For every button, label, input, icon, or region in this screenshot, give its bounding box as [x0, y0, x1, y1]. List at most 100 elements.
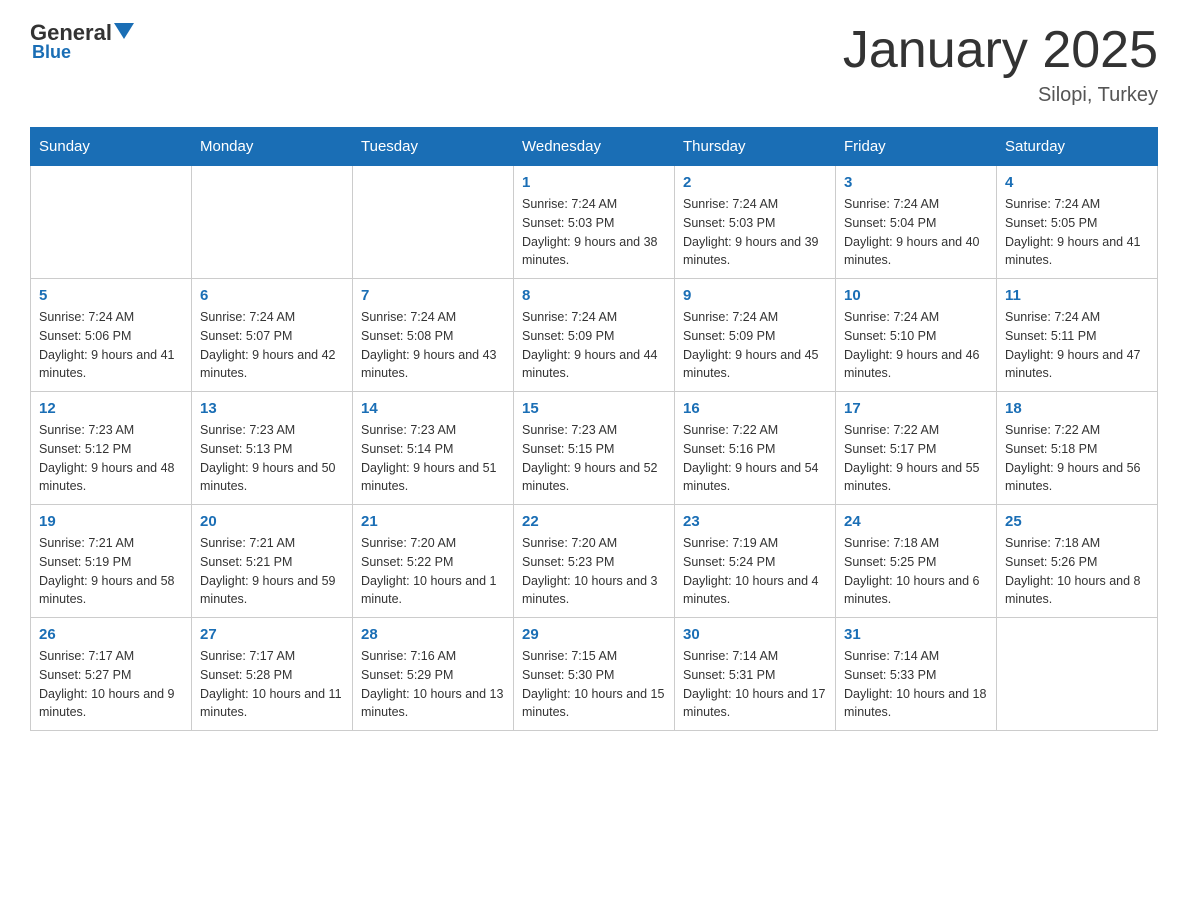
calendar-week-1: 1 Sunrise: 7:24 AM Sunset: 5:03 PM Daylig…: [31, 166, 1158, 279]
day-info: Sunrise: 7:24 AM Sunset: 5:07 PM Dayligh…: [200, 308, 344, 383]
day-number: 15: [522, 400, 666, 417]
day-number: 5: [39, 287, 183, 304]
day-info: Sunrise: 7:23 AM Sunset: 5:12 PM Dayligh…: [39, 421, 183, 496]
day-number: 17: [844, 400, 988, 417]
day-number: 14: [361, 400, 505, 417]
day-number: 2: [683, 174, 827, 191]
calendar-cell: 13 Sunrise: 7:23 AM Sunset: 5:13 PM Dayli…: [192, 392, 353, 505]
calendar-cell: 8 Sunrise: 7:24 AM Sunset: 5:09 PM Daylig…: [514, 279, 675, 392]
weekday-header-row: SundayMondayTuesdayWednesdayThursdayFrid…: [31, 128, 1158, 166]
calendar-cell: 6 Sunrise: 7:24 AM Sunset: 5:07 PM Daylig…: [192, 279, 353, 392]
calendar-week-4: 19 Sunrise: 7:21 AM Sunset: 5:19 PM Dayli…: [31, 505, 1158, 618]
day-number: 3: [844, 174, 988, 191]
day-number: 4: [1005, 174, 1149, 191]
calendar-cell: 21Sunrise: 7:20 AM Sunset: 5:22 PM Dayli…: [353, 505, 514, 618]
calendar-cell: 31 Sunrise: 7:14 AM Sunset: 5:33 PM Dayli…: [836, 618, 997, 731]
day-number: 30: [683, 626, 827, 643]
title-block: January 2025 Silopi, Turkey: [843, 20, 1158, 107]
day-info: Sunrise: 7:22 AM Sunset: 5:17 PM Dayligh…: [844, 421, 988, 496]
day-number: 12: [39, 400, 183, 417]
day-number: 16: [683, 400, 827, 417]
day-info: Sunrise: 7:21 AM Sunset: 5:19 PM Dayligh…: [39, 534, 183, 609]
calendar-cell: 5 Sunrise: 7:24 AM Sunset: 5:06 PM Daylig…: [31, 279, 192, 392]
calendar-cell: 24Sunrise: 7:18 AM Sunset: 5:25 PM Dayli…: [836, 505, 997, 618]
day-number: 1: [522, 174, 666, 191]
day-number: 31: [844, 626, 988, 643]
calendar-cell: [31, 166, 192, 279]
day-info: Sunrise: 7:20 AM Sunset: 5:22 PM Dayligh…: [361, 534, 505, 609]
weekday-header-thursday: Thursday: [675, 128, 836, 166]
day-number: 18: [1005, 400, 1149, 417]
calendar-cell: 14 Sunrise: 7:23 AM Sunset: 5:14 PM Dayli…: [353, 392, 514, 505]
day-info: Sunrise: 7:17 AM Sunset: 5:27 PM Dayligh…: [39, 647, 183, 722]
day-info: Sunrise: 7:14 AM Sunset: 5:33 PM Dayligh…: [844, 647, 988, 722]
day-info: Sunrise: 7:18 AM Sunset: 5:25 PM Dayligh…: [844, 534, 988, 609]
calendar-cell: 30Sunrise: 7:14 AM Sunset: 5:31 PM Dayli…: [675, 618, 836, 731]
day-info: Sunrise: 7:22 AM Sunset: 5:18 PM Dayligh…: [1005, 421, 1149, 496]
calendar-cell: 28 Sunrise: 7:16 AM Sunset: 5:29 PM Dayli…: [353, 618, 514, 731]
day-number: 27: [200, 626, 344, 643]
day-info: Sunrise: 7:23 AM Sunset: 5:15 PM Dayligh…: [522, 421, 666, 496]
day-info: Sunrise: 7:24 AM Sunset: 5:08 PM Dayligh…: [361, 308, 505, 383]
day-info: Sunrise: 7:22 AM Sunset: 5:16 PM Dayligh…: [683, 421, 827, 496]
day-number: 20: [200, 513, 344, 530]
day-info: Sunrise: 7:24 AM Sunset: 5:06 PM Dayligh…: [39, 308, 183, 383]
day-info: Sunrise: 7:19 AM Sunset: 5:24 PM Dayligh…: [683, 534, 827, 609]
calendar-cell: 26Sunrise: 7:17 AM Sunset: 5:27 PM Dayli…: [31, 618, 192, 731]
day-info: Sunrise: 7:24 AM Sunset: 5:03 PM Dayligh…: [522, 195, 666, 270]
day-number: 28: [361, 626, 505, 643]
day-info: Sunrise: 7:15 AM Sunset: 5:30 PM Dayligh…: [522, 647, 666, 722]
day-info: Sunrise: 7:20 AM Sunset: 5:23 PM Dayligh…: [522, 534, 666, 609]
day-number: 29: [522, 626, 666, 643]
calendar-cell: 10 Sunrise: 7:24 AM Sunset: 5:10 PM Dayli…: [836, 279, 997, 392]
day-number: 8: [522, 287, 666, 304]
calendar-cell: [997, 618, 1158, 731]
calendar-week-3: 12 Sunrise: 7:23 AM Sunset: 5:12 PM Dayli…: [31, 392, 1158, 505]
day-info: Sunrise: 7:23 AM Sunset: 5:14 PM Dayligh…: [361, 421, 505, 496]
weekday-header-friday: Friday: [836, 128, 997, 166]
calendar-cell: 11 Sunrise: 7:24 AM Sunset: 5:11 PM Dayli…: [997, 279, 1158, 392]
page-header: General Blue January 2025 Silopi, Turkey: [30, 20, 1158, 107]
day-info: Sunrise: 7:24 AM Sunset: 5:09 PM Dayligh…: [522, 308, 666, 383]
day-number: 13: [200, 400, 344, 417]
logo: General Blue: [30, 20, 134, 63]
day-info: Sunrise: 7:23 AM Sunset: 5:13 PM Dayligh…: [200, 421, 344, 496]
calendar-cell: 12 Sunrise: 7:23 AM Sunset: 5:12 PM Dayli…: [31, 392, 192, 505]
calendar-cell: 3 Sunrise: 7:24 AM Sunset: 5:04 PM Daylig…: [836, 166, 997, 279]
calendar-week-5: 26Sunrise: 7:17 AM Sunset: 5:27 PM Dayli…: [31, 618, 1158, 731]
day-info: Sunrise: 7:24 AM Sunset: 5:10 PM Dayligh…: [844, 308, 988, 383]
day-info: Sunrise: 7:16 AM Sunset: 5:29 PM Dayligh…: [361, 647, 505, 722]
calendar-cell: 17 Sunrise: 7:22 AM Sunset: 5:17 PM Dayli…: [836, 392, 997, 505]
calendar-cell: 19 Sunrise: 7:21 AM Sunset: 5:19 PM Dayli…: [31, 505, 192, 618]
calendar-cell: 27Sunrise: 7:17 AM Sunset: 5:28 PM Dayli…: [192, 618, 353, 731]
calendar-cell: 29 Sunrise: 7:15 AM Sunset: 5:30 PM Dayli…: [514, 618, 675, 731]
calendar-cell: 25 Sunrise: 7:18 AM Sunset: 5:26 PM Dayli…: [997, 505, 1158, 618]
weekday-header-monday: Monday: [192, 128, 353, 166]
day-number: 11: [1005, 287, 1149, 304]
calendar-title: January 2025: [843, 20, 1158, 80]
calendar-cell: 20 Sunrise: 7:21 AM Sunset: 5:21 PM Dayli…: [192, 505, 353, 618]
day-number: 19: [39, 513, 183, 530]
weekday-header-saturday: Saturday: [997, 128, 1158, 166]
day-number: 6: [200, 287, 344, 304]
calendar-cell: 4 Sunrise: 7:24 AM Sunset: 5:05 PM Daylig…: [997, 166, 1158, 279]
day-info: Sunrise: 7:24 AM Sunset: 5:11 PM Dayligh…: [1005, 308, 1149, 383]
calendar-cell: 2 Sunrise: 7:24 AM Sunset: 5:03 PM Daylig…: [675, 166, 836, 279]
logo-blue-text: Blue: [32, 42, 71, 63]
day-info: Sunrise: 7:24 AM Sunset: 5:05 PM Dayligh…: [1005, 195, 1149, 270]
calendar-cell: 22Sunrise: 7:20 AM Sunset: 5:23 PM Dayli…: [514, 505, 675, 618]
day-info: Sunrise: 7:21 AM Sunset: 5:21 PM Dayligh…: [200, 534, 344, 609]
day-info: Sunrise: 7:24 AM Sunset: 5:09 PM Dayligh…: [683, 308, 827, 383]
calendar-week-2: 5 Sunrise: 7:24 AM Sunset: 5:06 PM Daylig…: [31, 279, 1158, 392]
day-number: 7: [361, 287, 505, 304]
day-info: Sunrise: 7:18 AM Sunset: 5:26 PM Dayligh…: [1005, 534, 1149, 609]
day-number: 10: [844, 287, 988, 304]
calendar-cell: 7 Sunrise: 7:24 AM Sunset: 5:08 PM Daylig…: [353, 279, 514, 392]
day-info: Sunrise: 7:24 AM Sunset: 5:03 PM Dayligh…: [683, 195, 827, 270]
day-info: Sunrise: 7:24 AM Sunset: 5:04 PM Dayligh…: [844, 195, 988, 270]
weekday-header-tuesday: Tuesday: [353, 128, 514, 166]
weekday-header-sunday: Sunday: [31, 128, 192, 166]
day-number: 25: [1005, 513, 1149, 530]
calendar-subtitle: Silopi, Turkey: [843, 84, 1158, 107]
calendar-cell: 16 Sunrise: 7:22 AM Sunset: 5:16 PM Dayli…: [675, 392, 836, 505]
